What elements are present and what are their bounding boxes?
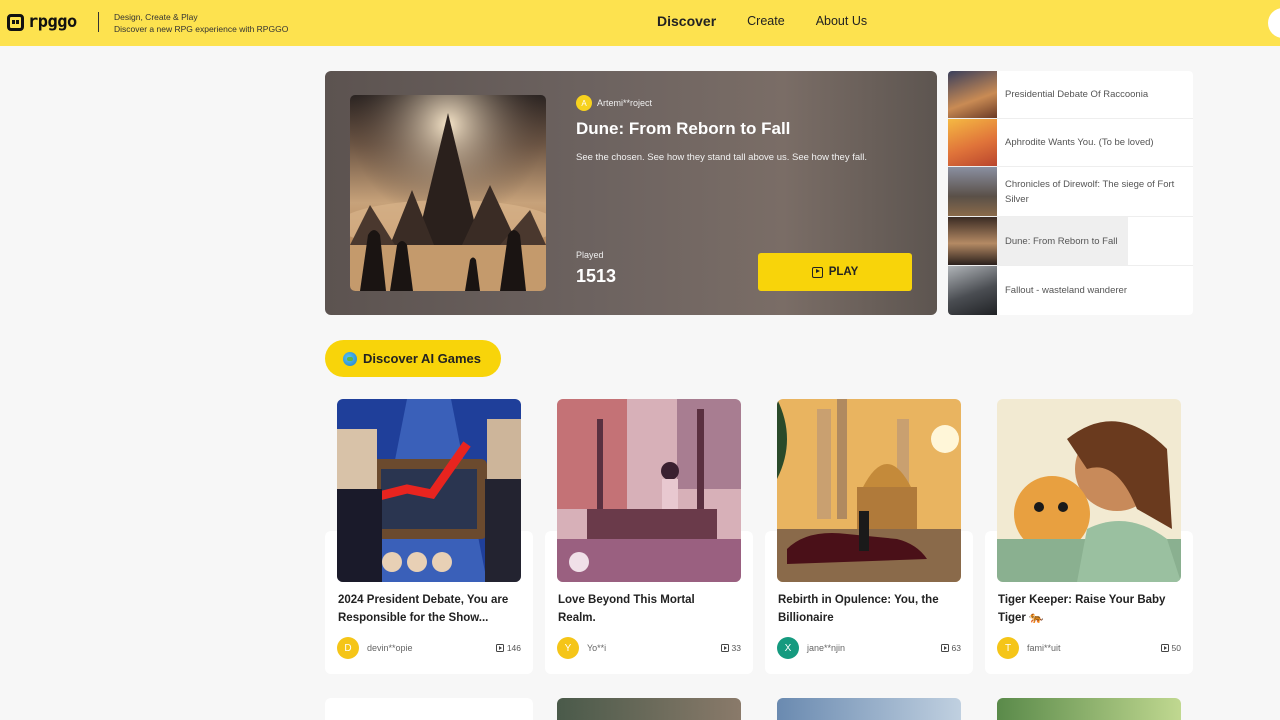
card-title: 2024 President Debate, You are Responsib… bbox=[338, 594, 509, 624]
game-card[interactable]: 2024 President Debate, You are Responsib… bbox=[325, 399, 533, 674]
play-count: 63 bbox=[940, 643, 961, 653]
card-footer: T fami**uit 50 bbox=[997, 637, 1181, 659]
card-author: jane**njin bbox=[807, 643, 846, 653]
list-item-dune[interactable]: Dune: From Reborn to Fall bbox=[948, 217, 1193, 266]
list-item-thumbnail bbox=[948, 167, 997, 216]
card-cover-image[interactable] bbox=[777, 399, 961, 582]
card-footer: Y Yo**i 33 bbox=[557, 637, 741, 659]
tagline-line-1: Design, Create & Play bbox=[114, 12, 198, 22]
play-count-icon bbox=[495, 644, 504, 652]
featured-title: Dune: From Reborn to Fall bbox=[576, 119, 791, 138]
list-item-thumbnail bbox=[948, 266, 997, 315]
next-row-card-cover[interactable] bbox=[557, 698, 741, 720]
list-item-presidential-debate[interactable]: Presidential Debate Of Raccoonia bbox=[948, 71, 1193, 119]
card-footer: X jane**njin 63 bbox=[777, 637, 961, 659]
featured-author-name: Artemi**roject bbox=[597, 98, 653, 108]
list-item-label: Fallout - wasteland wanderer bbox=[1005, 285, 1127, 296]
list-item-thumbnail bbox=[948, 71, 997, 118]
nav-discover[interactable]: Discover bbox=[657, 13, 716, 29]
list-item-aphrodite[interactable]: Aphrodite Wants You. (To be loved) bbox=[948, 119, 1193, 167]
list-item-direwolf[interactable]: Chronicles of Direwolf: The siege of For… bbox=[948, 167, 1193, 217]
play-count-icon bbox=[720, 644, 729, 652]
play-count: 50 bbox=[1160, 643, 1181, 653]
discover-ai-games-button[interactable]: Discover AI Games bbox=[325, 340, 501, 377]
next-row-card-cover[interactable] bbox=[997, 698, 1181, 720]
game-card[interactable]: Tiger Keeper: Raise Your Baby Tiger 🐅 T … bbox=[985, 399, 1193, 674]
play-button-label: PLAY bbox=[828, 266, 859, 278]
discover-label: Discover AI Games bbox=[363, 351, 482, 366]
card-cover-image[interactable] bbox=[997, 399, 1181, 582]
play-icon bbox=[811, 266, 823, 278]
featured-description: See the chosen. See how they stand tall … bbox=[576, 152, 867, 163]
top-header: rpggo Design, Create & Play Discover a n… bbox=[0, 0, 1280, 46]
card-author: Yo**i bbox=[587, 643, 607, 653]
next-row-card[interactable] bbox=[325, 698, 533, 720]
card-footer: D devin**opie 146 bbox=[337, 637, 521, 659]
list-item-thumbnail bbox=[948, 119, 997, 166]
played-label: Played bbox=[576, 250, 604, 260]
card-cover-image[interactable] bbox=[337, 399, 521, 582]
header-tagline: Design, Create & Play Discover a new RPG… bbox=[114, 11, 288, 35]
play-button[interactable]: PLAY bbox=[758, 253, 912, 291]
author-avatar[interactable]: Y bbox=[557, 637, 579, 659]
play-count-value: 50 bbox=[1171, 643, 1181, 653]
nav-create[interactable]: Create bbox=[747, 14, 785, 28]
user-avatar[interactable] bbox=[1268, 8, 1280, 38]
rpggo-logo[interactable]: rpggo bbox=[7, 12, 77, 32]
list-item-label: Aphrodite Wants You. (To be loved) bbox=[1005, 137, 1154, 148]
logo-icon bbox=[7, 13, 24, 31]
header-divider bbox=[98, 12, 99, 32]
author-avatar[interactable]: T bbox=[997, 637, 1019, 659]
nav-about-us[interactable]: About Us bbox=[816, 14, 867, 28]
list-item-thumbnail bbox=[948, 217, 997, 265]
play-count-value: 63 bbox=[951, 643, 961, 653]
list-item-selected-bg: Dune: From Reborn to Fall bbox=[997, 217, 1128, 265]
next-row-card-cover[interactable] bbox=[777, 698, 961, 720]
list-item-label: Chronicles of Direwolf: The siege of For… bbox=[1005, 178, 1175, 205]
play-count-value: 146 bbox=[506, 643, 521, 653]
card-title: Love Beyond This Mortal Realm. bbox=[558, 594, 695, 624]
played-count: 1513 bbox=[576, 266, 617, 286]
play-count: 33 bbox=[720, 643, 741, 653]
featured-game-cover[interactable] bbox=[350, 95, 546, 291]
play-count-icon bbox=[1160, 644, 1169, 652]
main-nav: Discover Create About Us bbox=[657, 13, 898, 29]
author-avatar: A bbox=[576, 95, 592, 111]
card-title: Rebirth in Opulence: You, the Billionair… bbox=[778, 594, 939, 624]
play-count: 146 bbox=[495, 643, 521, 653]
list-item-fallout[interactable]: Fallout - wasteland wanderer bbox=[948, 266, 1193, 315]
globe-icon bbox=[343, 351, 357, 366]
tagline-line-2: Discover a new RPG experience with RPGGO bbox=[114, 24, 289, 34]
author-avatar[interactable]: D bbox=[337, 637, 359, 659]
game-card[interactable]: Love Beyond This Mortal Realm. Y Yo**i 3… bbox=[545, 399, 753, 674]
list-item-label: Dune: From Reborn to Fall bbox=[1005, 235, 1118, 247]
play-count-icon bbox=[940, 644, 949, 652]
logo-text: rpggo bbox=[28, 12, 77, 32]
featured-games-list: Presidential Debate Of Raccoonia Aphrodi… bbox=[948, 71, 1193, 315]
featured-author[interactable]: A Artemi**roject bbox=[576, 95, 652, 111]
card-author: devin**opie bbox=[367, 643, 413, 653]
card-title: Tiger Keeper: Raise Your Baby Tiger 🐅 bbox=[998, 594, 1166, 624]
author-avatar[interactable]: X bbox=[777, 637, 799, 659]
play-count-value: 33 bbox=[731, 643, 741, 653]
card-cover-image[interactable] bbox=[557, 399, 741, 582]
game-card[interactable]: Rebirth in Opulence: You, the Billionair… bbox=[765, 399, 973, 674]
list-item-label: Presidential Debate Of Raccoonia bbox=[1005, 89, 1149, 100]
featured-game-banner: A Artemi**roject Dune: From Reborn to Fa… bbox=[325, 71, 937, 315]
card-author: fami**uit bbox=[1027, 643, 1061, 653]
